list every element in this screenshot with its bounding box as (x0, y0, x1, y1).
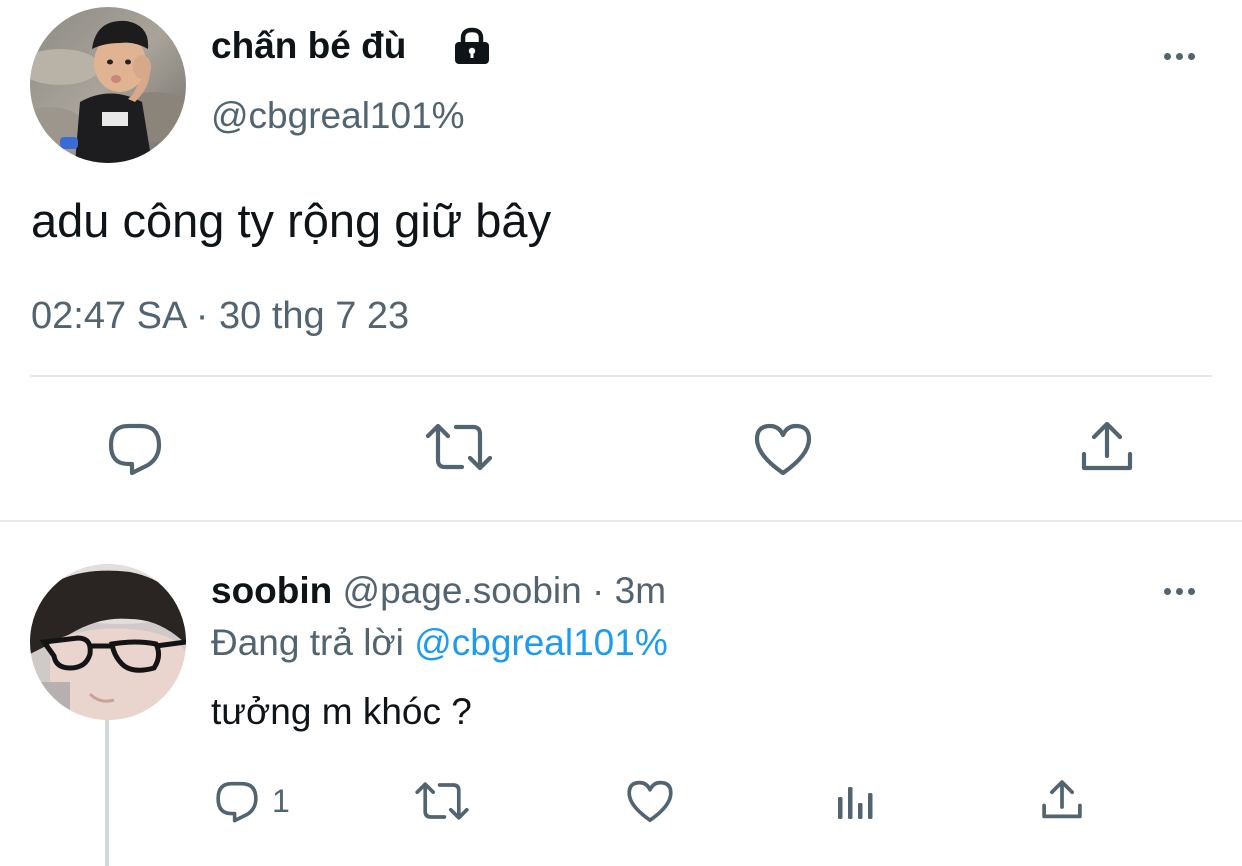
share-icon[interactable] (1041, 779, 1083, 821)
replying-to-line: Đang trả lời @cbgreal101% (211, 621, 668, 665)
reply-tweet-display-name[interactable]: soobin (211, 570, 332, 611)
reply-tweet-header: soobin @page.soobin · 3m (211, 569, 666, 613)
like-icon[interactable] (626, 778, 674, 824)
analytics-icon[interactable] (836, 783, 876, 821)
reply-tweet-separator: · (592, 570, 605, 611)
lock-icon (452, 27, 492, 65)
replying-to-mention[interactable]: @cbgreal101% (414, 622, 668, 663)
replying-to-prefix: Đang trả lời (211, 622, 404, 663)
like-icon[interactable] (753, 421, 813, 477)
reply-tweet-avatar[interactable] (30, 564, 186, 720)
main-tweet-display-name[interactable]: chấn bé đù (211, 24, 406, 68)
main-tweet-avatar[interactable] (30, 7, 186, 163)
section-divider (0, 520, 1242, 522)
retweet-icon[interactable] (414, 779, 470, 823)
retweet-icon[interactable] (424, 420, 494, 474)
reply-tweet-handle[interactable]: @page.soobin (343, 570, 582, 611)
reply-tweet-time[interactable]: 3m (615, 570, 666, 611)
reply-icon[interactable] (214, 779, 260, 823)
reply-tweet-text: tưởng m khóc ? (211, 691, 472, 732)
thread-line (105, 720, 109, 866)
reply-icon[interactable] (106, 420, 164, 476)
share-icon[interactable] (1080, 420, 1134, 474)
main-tweet-timestamp[interactable]: 02:47 SA · 30 thg 7 23 (31, 294, 409, 338)
main-tweet-divider (30, 375, 1212, 377)
main-tweet-handle[interactable]: @cbgreal101% (211, 94, 465, 138)
reply-count: 1 (272, 783, 290, 819)
main-tweet-text: adu công ty rộng giữ bây (31, 194, 552, 247)
more-icon[interactable] (1159, 581, 1199, 601)
more-icon[interactable] (1159, 46, 1199, 66)
